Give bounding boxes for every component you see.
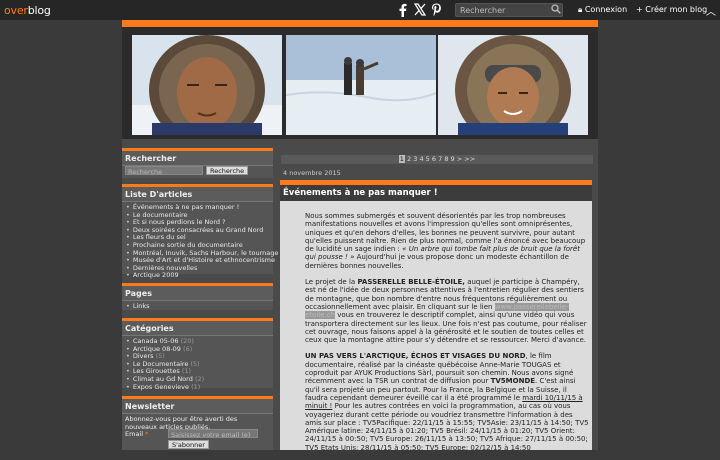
plus-icon: + [636,5,643,14]
logo[interactable]: overblog [4,4,51,17]
pagination: 1 2 3 4 5 6 7 8 9 > >> [281,155,593,164]
banner-photo-man [438,35,588,135]
newsletter-subscribe-button[interactable]: S'abonner [168,440,209,449]
category-list: Canada 05-06 (20) Arctique 08-09 (6) Div… [122,336,273,393]
pages-list: Links [122,301,273,313]
pager-link[interactable]: 5 [426,155,430,163]
article-content: Nous sommes submergés et souvent désorie… [305,212,589,460]
sidebar-pages-title: Pages [122,286,273,301]
pager-link[interactable]: 4 [419,155,423,163]
pager-next[interactable]: > [457,155,462,163]
article-paragraph: Le projet de la PASSERELLE BELLE-ÉTOILE,… [305,278,587,345]
search-icon[interactable] [551,4,561,14]
sidebar-articles-title: Liste D'articles [122,187,273,202]
sidebar-categories-title: Catégories [122,321,273,336]
pager-link[interactable]: 8 [444,155,448,163]
pager-link[interactable]: 2 [407,155,411,163]
sidebar-categories-box: Catégories Canada 05-06 (20) Arctique 08… [122,318,273,390]
pager-link[interactable]: 6 [432,155,436,163]
pager-link[interactable]: 3 [413,155,417,163]
banner-photo-woman [132,35,282,135]
article-link[interactable]: Arctique 2009 [126,272,273,280]
pager-link[interactable]: 7 [438,155,442,163]
login-link[interactable]: 🔒︎ Connexion [578,5,627,15]
x-icon[interactable] [413,3,427,19]
top-bar: overblog Rechercher 🔒︎ Connexion + Créer… [0,0,720,20]
header-strip [122,20,598,27]
facebook-icon[interactable] [398,3,408,20]
sidebar-pages-box: Pages Links [122,283,273,310]
sidebar-newsletter-title: Newsletter [122,399,273,414]
sidebar-articles-box: Liste D'articles Événements à ne pas man… [122,184,278,279]
newsletter-email-label: Email * [125,430,149,438]
sidebar-search-title: Rechercher [122,151,273,166]
article-title[interactable]: Événements à ne pas manquer ! [280,185,592,201]
pages-link[interactable]: Links [126,302,273,311]
lock-icon: 🔒︎ [578,5,583,14]
pager-last[interactable]: >> [464,155,475,163]
article-date: 4 novembre 2015 [283,169,341,177]
pager-current: 1 [398,155,405,163]
article-list: Événements à ne pas manquer ! Le documen… [122,202,279,282]
pager-link[interactable]: 9 [451,155,455,163]
newsletter-email-input[interactable]: Saisissez votre email (e) [168,429,258,439]
sidebar-search-input[interactable]: Recherche [125,166,203,176]
article-paragraph: UN PAS VERS L'ARCTIQUE, ÉCHOS ET VISAGES… [305,352,589,452]
category-link[interactable]: Expos Genevieve (1) [126,383,273,392]
article-paragraph: Nous sommes submergés et souvent désorie… [305,212,586,270]
chevron-up-icon[interactable]: ︿ [706,3,716,18]
create-blog-link[interactable]: + Créer mon blog [636,5,707,14]
top-search-input[interactable]: Rechercher [455,3,563,17]
banner-photo-ice [286,35,436,135]
sidebar-search-button[interactable]: Recherche [206,166,249,175]
pinterest-icon[interactable] [431,3,442,19]
